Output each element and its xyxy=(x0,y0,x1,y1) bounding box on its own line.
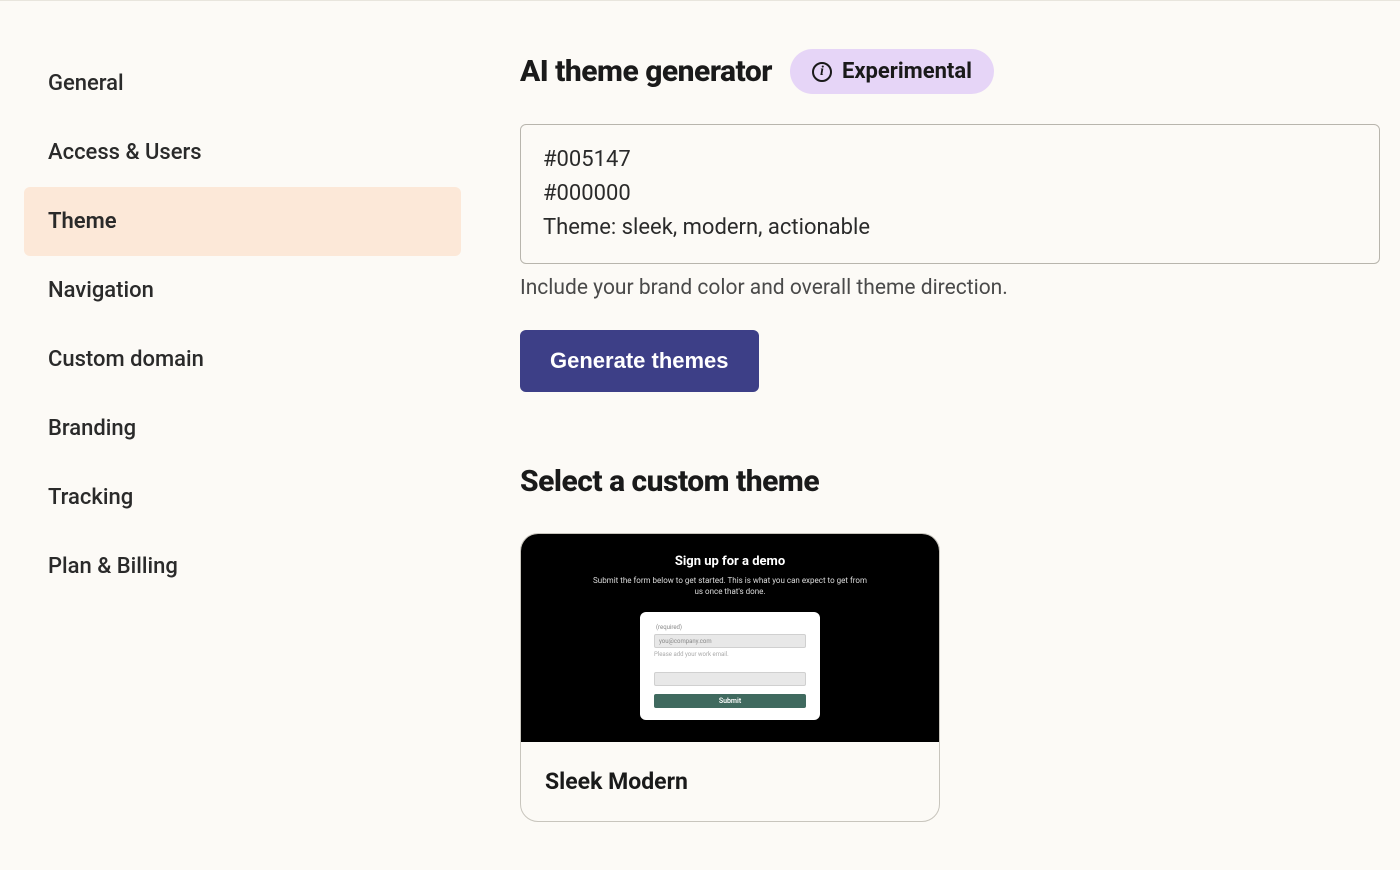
theme-prompt-input[interactable]: #005147 #000000 Theme: sleek, modern, ac… xyxy=(520,124,1380,264)
badge-label: Experimental xyxy=(842,59,972,84)
info-icon: i xyxy=(812,62,832,82)
generate-themes-button[interactable]: Generate themes xyxy=(520,330,759,392)
preview-title: Sign up for a demo xyxy=(541,554,919,569)
experimental-badge: i Experimental xyxy=(790,49,994,94)
section-title: Select a custom theme xyxy=(520,464,1380,499)
sidebar-item-branding[interactable]: Branding xyxy=(24,394,461,463)
main-content: AI theme generator i Experimental #00514… xyxy=(465,1,1400,870)
sidebar-item-navigation[interactable]: Navigation xyxy=(24,256,461,325)
preview-form: (required) you@company.com Please add yo… xyxy=(640,612,820,720)
theme-card-sleek-modern[interactable]: Sign up for a demo Submit the form below… xyxy=(520,533,940,821)
preview-submit-button: Submit xyxy=(654,694,806,708)
sidebar-item-plan-billing[interactable]: Plan & Billing xyxy=(24,532,461,601)
preview-email-hint: Please add your work email. xyxy=(654,651,806,658)
theme-preview: Sign up for a demo Submit the form below… xyxy=(521,534,939,741)
page-title: AI theme generator xyxy=(520,54,772,89)
preview-subtitle: Submit the form below to get started. Th… xyxy=(590,575,870,597)
sidebar-item-custom-domain[interactable]: Custom domain xyxy=(24,325,461,394)
preview-required-label: (required) xyxy=(656,624,806,631)
sidebar-item-theme[interactable]: Theme xyxy=(24,187,461,256)
theme-card-name: Sleek Modern xyxy=(521,742,939,821)
prompt-helper-text: Include your brand color and overall the… xyxy=(520,276,1380,300)
preview-second-input xyxy=(654,672,806,686)
settings-sidebar: General Access & Users Theme Navigation … xyxy=(0,1,465,870)
sidebar-item-access-users[interactable]: Access & Users xyxy=(24,118,461,187)
preview-email-input: you@company.com xyxy=(654,634,806,648)
sidebar-item-general[interactable]: General xyxy=(24,49,461,118)
page-header: AI theme generator i Experimental xyxy=(520,49,1380,94)
sidebar-item-tracking[interactable]: Tracking xyxy=(24,463,461,532)
